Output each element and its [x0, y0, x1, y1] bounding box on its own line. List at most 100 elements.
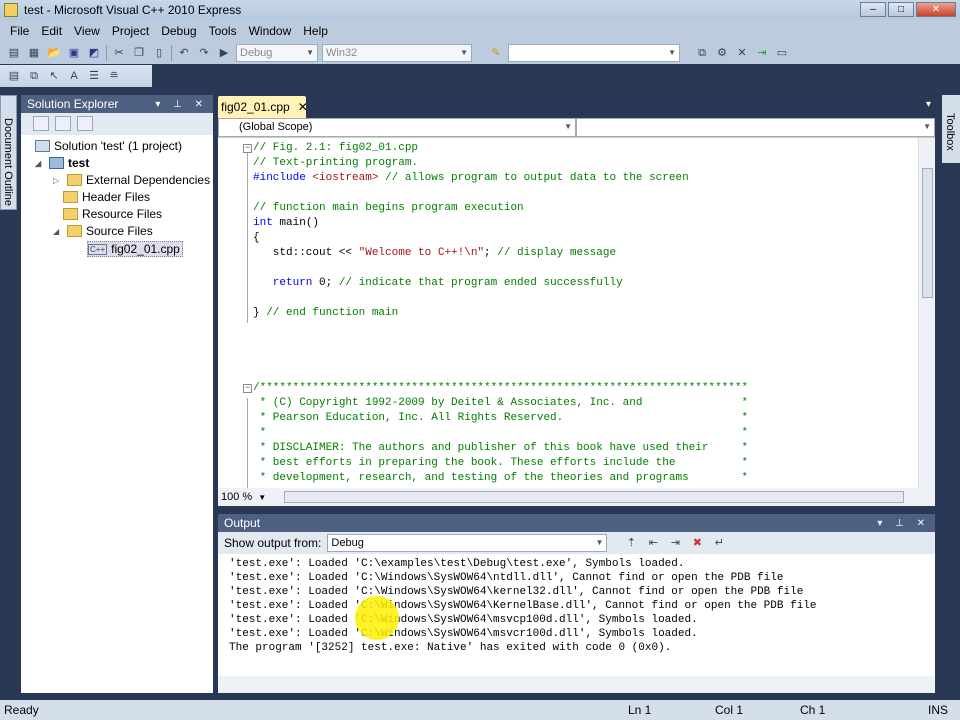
start-debug-icon[interactable]: ▶ [216, 45, 232, 61]
undo-icon[interactable]: ↶ [176, 45, 192, 61]
document-outline-tab[interactable]: Document Outline [0, 95, 17, 210]
code-line: { [253, 231, 260, 246]
horizontal-scrollbar[interactable] [284, 491, 905, 503]
cut-icon[interactable]: ✂ [111, 45, 127, 61]
menu-window[interactable]: Window [243, 24, 298, 38]
uncomment-icon[interactable]: ≘ [106, 68, 122, 84]
code-token: /***************************************… [253, 382, 749, 394]
collapse-region-icon[interactable]: − [243, 144, 252, 153]
folder-open-icon [67, 225, 82, 237]
separator [171, 45, 172, 61]
config-select[interactable]: Debug ▼ [236, 44, 318, 62]
tab-label: fig02_01.cpp [221, 100, 290, 114]
tree-source-files[interactable]: ◢ Source Files [53, 224, 153, 238]
tab-fig02-01[interactable]: fig02_01.cpp ✕ [218, 96, 308, 118]
maximize-button[interactable]: □ [888, 2, 914, 17]
copy-icon[interactable]: ❐ [131, 45, 147, 61]
output-panel: Output ▾ ⊥ ✕ Show output from: Debug ▼ ⇡ ⇤… [218, 514, 935, 693]
tab-dropdown-icon[interactable]: ▾ [926, 99, 931, 110]
status-bar: Ready Ln 1 Col 1 Ch 1 INS [0, 700, 960, 720]
tree-project[interactable]: ◢ test [35, 156, 89, 170]
add-item-icon[interactable]: ▦ [26, 45, 42, 61]
tree-external-dependencies[interactable]: ▷ External Dependencies [53, 173, 210, 187]
code-line: #include <iostream> // allows program to… [253, 171, 689, 186]
menu-bar: File Edit View Project Debug Tools Windo… [0, 20, 960, 42]
menu-project[interactable]: Project [106, 24, 155, 38]
output-horizontal-scrollbar[interactable] [218, 676, 935, 693]
code-line: * DISCLAIMER: The authors and publisher … [253, 441, 749, 456]
find-in-files-icon[interactable]: ✎ [488, 45, 504, 61]
find-message-icon[interactable]: ⇡ [623, 535, 639, 551]
save-icon[interactable]: ▣ [66, 45, 82, 61]
tree-resource-files[interactable]: Resource Files [63, 207, 162, 221]
menu-debug[interactable]: Debug [155, 24, 202, 38]
panel-controls[interactable]: ▾ ⊥ ✕ [155, 99, 213, 110]
text-editor-toolbar: ▤ ⧉ ↖ A ☰ ≘ [0, 65, 152, 87]
start-page-icon[interactable]: ⇥ [754, 45, 770, 61]
solution-explorer-toolbar [21, 113, 213, 135]
open-icon[interactable]: 📂 [46, 45, 62, 61]
code-token: #include [253, 172, 306, 184]
close-tab-icon[interactable]: ✕ [298, 100, 308, 114]
next-message-icon[interactable]: ⇥ [667, 535, 683, 551]
extension-icon[interactable]: ▭ [774, 45, 790, 61]
menu-tools[interactable]: Tools [203, 24, 243, 38]
code-line: // function main begins program executio… [253, 201, 524, 216]
font-icon[interactable]: A [66, 68, 82, 84]
folder-icon [67, 174, 82, 186]
code-area[interactable]: // Fig. 2.1: fig02_01.cpp // Text-printin… [218, 138, 935, 488]
pointer-icon[interactable]: ↖ [46, 68, 62, 84]
menu-edit[interactable]: Edit [35, 24, 68, 38]
scope-value: (Global Scope) [239, 121, 313, 133]
output-source-select[interactable]: Debug ▼ [327, 534, 608, 552]
window-controls: – □ ✕ [860, 2, 956, 17]
solution-icon [35, 140, 50, 152]
properties-icon[interactable] [77, 116, 93, 131]
output-toolbar: Show output from: Debug ▼ ⇡ ⇤ ⇥ ✖ ↵ [218, 532, 935, 554]
save-all-icon[interactable]: ◩ [86, 45, 102, 61]
zoom-level[interactable]: 100 % [218, 491, 258, 503]
tree-label: Header Files [82, 190, 151, 204]
tree-header-files[interactable]: Header Files [63, 190, 150, 204]
object-browser-icon[interactable]: ⧉ [26, 68, 42, 84]
collapse-region-icon[interactable]: − [243, 384, 252, 393]
code-token: 0; [312, 277, 339, 289]
new-project-icon[interactable]: ▤ [6, 45, 22, 61]
show-all-files-icon[interactable] [33, 116, 49, 131]
tree-label: External Dependencies [86, 173, 211, 187]
expanded-icon: ◢ [53, 226, 60, 236]
tree-solution[interactable]: Solution 'test' (1 project) [35, 139, 182, 153]
menu-help[interactable]: Help [297, 24, 334, 38]
scroll-thumb[interactable] [922, 168, 933, 298]
menu-file[interactable]: File [4, 24, 35, 38]
member-select[interactable]: ▼ [576, 118, 935, 137]
menu-view[interactable]: View [68, 24, 106, 38]
paste-icon[interactable]: ▯ [151, 45, 167, 61]
solution-explorer-icon[interactable]: ⧉ [694, 45, 710, 61]
panel-controls[interactable]: ▾ ⊥ ✕ [877, 518, 935, 529]
close-button[interactable]: ✕ [916, 2, 956, 17]
toolbox-icon[interactable]: ✕ [734, 45, 750, 61]
outline-guide [247, 398, 248, 488]
class-view-icon[interactable]: ▤ [6, 68, 22, 84]
prev-message-icon[interactable]: ⇤ [645, 535, 661, 551]
collapsed-icon: ▷ [53, 175, 60, 185]
tree-file-fig02[interactable]: C++ fig02_01.cpp [87, 241, 183, 257]
minimize-button[interactable]: – [860, 2, 886, 17]
scope-select[interactable]: (Global Scope) ▼ [218, 118, 576, 137]
vertical-scrollbar[interactable] [918, 138, 935, 488]
redo-icon[interactable]: ↷ [196, 45, 212, 61]
output-text[interactable]: 'test.exe': Loaded 'C:\examples\test\Deb… [218, 554, 935, 676]
comment-icon[interactable]: ☰ [86, 68, 102, 84]
platform-select[interactable]: Win32 ▼ [322, 44, 472, 62]
status-line: Ln 1 [628, 703, 652, 717]
word-wrap-icon[interactable]: ↵ [711, 535, 727, 551]
tree-label: fig02_01.cpp [111, 242, 180, 256]
code-line: // Text-printing program. [253, 156, 418, 171]
refresh-icon[interactable] [55, 116, 71, 131]
zoom-dropdown-icon[interactable]: ▼ [258, 493, 266, 502]
clear-all-icon[interactable]: ✖ [689, 535, 705, 551]
properties-icon[interactable]: ⚙ [714, 45, 730, 61]
toolbox-tab[interactable]: Toolbox [942, 95, 960, 163]
find-combo[interactable]: ▼ [508, 44, 680, 62]
